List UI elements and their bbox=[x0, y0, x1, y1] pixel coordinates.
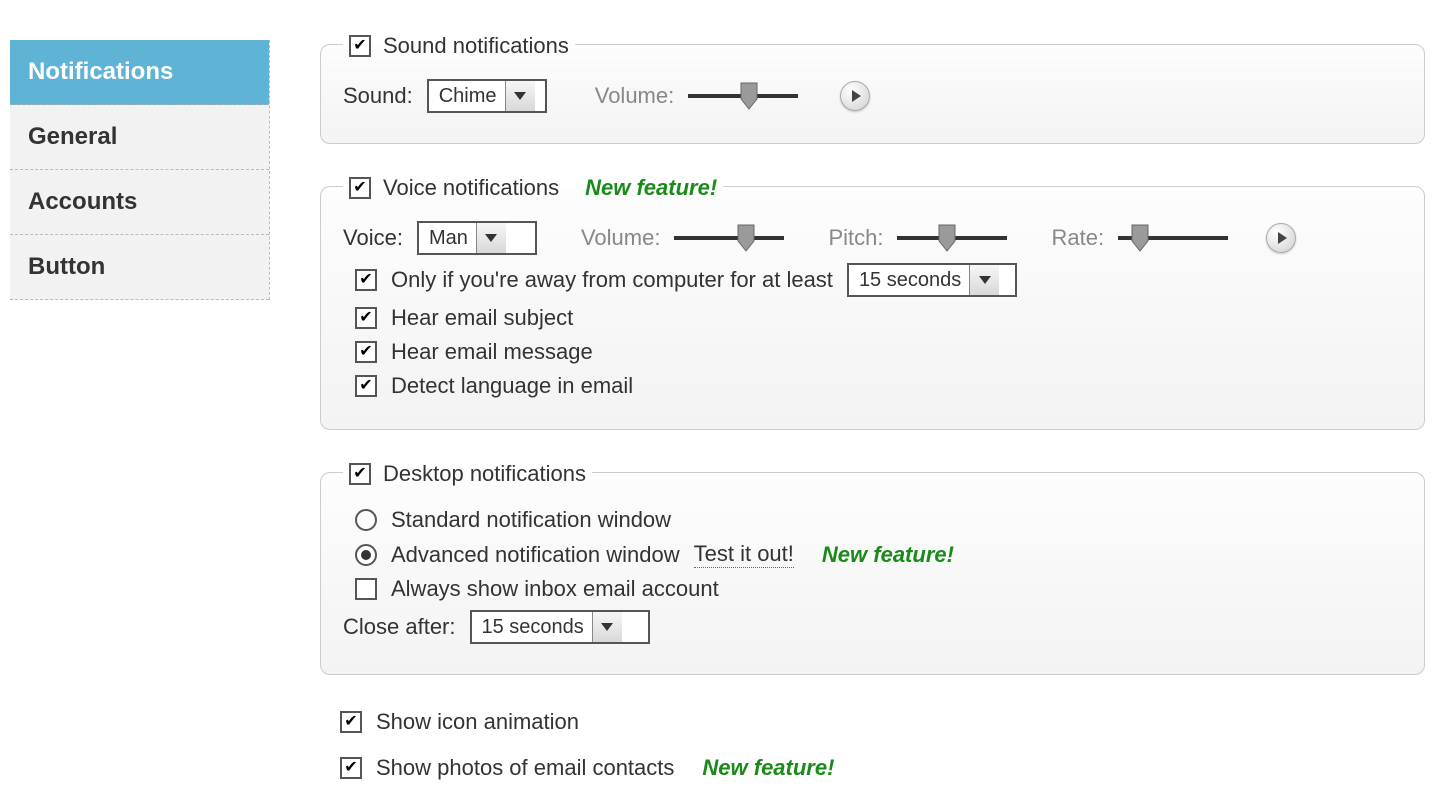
slider-sound-volume[interactable] bbox=[688, 81, 798, 111]
slider-thumb[interactable] bbox=[735, 223, 757, 253]
sidebar-item-button[interactable]: Button bbox=[10, 235, 269, 300]
select-away-value: 15 seconds bbox=[859, 269, 969, 292]
label-voice: Voice: bbox=[343, 225, 403, 251]
slider-thumb[interactable] bbox=[936, 223, 958, 253]
checkbox-sound-notifications[interactable]: ✔ bbox=[349, 35, 371, 57]
row-radio-standard: Standard notification window bbox=[355, 507, 1402, 533]
label-standard-window: Standard notification window bbox=[391, 507, 671, 533]
row-icon-animation: ✔ Show icon animation bbox=[340, 703, 1425, 741]
slider-voice-pitch[interactable] bbox=[897, 223, 1007, 253]
label-away: Only if you're away from computer for at… bbox=[391, 267, 833, 293]
label-hear-subject: Hear email subject bbox=[391, 305, 573, 331]
checkbox-voice-notifications[interactable]: ✔ bbox=[349, 177, 371, 199]
checkbox-hear-message[interactable]: ✔ Hear email message bbox=[355, 339, 593, 365]
play-sound-button[interactable] bbox=[840, 81, 870, 111]
checkbox-hear-subject[interactable]: ✔ Hear email subject bbox=[355, 305, 573, 331]
label-voice-pitch: Pitch: bbox=[828, 225, 883, 251]
slider-thumb[interactable] bbox=[738, 81, 760, 111]
sidebar: Notifications General Accounts Button bbox=[10, 40, 270, 300]
badge-new-feature: New feature! bbox=[702, 755, 834, 781]
label-sound: Sound: bbox=[343, 83, 413, 109]
settings-layout: Notifications General Accounts Button ✔ … bbox=[0, 0, 1455, 797]
label-show-photos: Show photos of email contacts bbox=[376, 755, 674, 781]
label-advanced-window: Advanced notification window bbox=[391, 542, 680, 568]
sidebar-item-label: Button bbox=[28, 253, 105, 280]
group-desktop-notifications: ✔ Desktop notifications Standard notific… bbox=[320, 458, 1425, 675]
label-always-show-inbox: Always show inbox email account bbox=[391, 576, 719, 602]
row-away-option: ✔ Only if you're away from computer for … bbox=[355, 263, 1402, 297]
group-legend-sound: ✔ Sound notifications bbox=[343, 30, 575, 59]
row-hear-subject: ✔ Hear email subject bbox=[355, 305, 1402, 331]
play-voice-button[interactable] bbox=[1266, 223, 1296, 253]
badge-new-feature: New feature! bbox=[822, 542, 954, 568]
label-voice-volume: Volume: bbox=[581, 225, 661, 251]
group-title: Sound notifications bbox=[383, 33, 569, 59]
dropdown-caret-icon bbox=[476, 223, 506, 253]
sidebar-item-accounts[interactable]: Accounts bbox=[10, 170, 269, 235]
play-icon bbox=[852, 90, 861, 102]
row-sound-select: Sound: Chime Volume: bbox=[343, 79, 1402, 113]
group-title: Desktop notifications bbox=[383, 461, 586, 487]
checkbox-show-photos[interactable]: ✔ Show photos of email contacts bbox=[340, 755, 674, 781]
checkbox-away[interactable]: ✔ Only if you're away from computer for … bbox=[355, 267, 833, 293]
sidebar-item-label: General bbox=[28, 123, 117, 150]
group-legend-desktop: ✔ Desktop notifications bbox=[343, 458, 592, 487]
row-voice-controls: Voice: Man Volume: Pitch: bbox=[343, 221, 1402, 255]
sidebar-item-label: Accounts bbox=[28, 188, 137, 215]
slider-voice-volume[interactable] bbox=[674, 223, 784, 253]
row-hear-message: ✔ Hear email message bbox=[355, 339, 1402, 365]
checkbox-always-show-inbox[interactable]: Always show inbox email account bbox=[355, 576, 719, 602]
row-close-after: Close after: 15 seconds bbox=[343, 610, 1402, 644]
label-hear-message: Hear email message bbox=[391, 339, 593, 365]
select-sound[interactable]: Chime bbox=[427, 79, 547, 113]
misc-options: ✔ Show icon animation ✔ Show photos of e… bbox=[340, 703, 1425, 787]
badge-new-feature: New feature! bbox=[585, 175, 717, 201]
row-radio-advanced: Advanced notification window Test it out… bbox=[355, 541, 1402, 568]
radio-advanced-window[interactable]: Advanced notification window bbox=[355, 542, 680, 568]
label-icon-animation: Show icon animation bbox=[376, 709, 579, 735]
radio-standard-window[interactable]: Standard notification window bbox=[355, 507, 671, 533]
row-detect-language: ✔ Detect language in email bbox=[355, 373, 1402, 399]
sidebar-item-label: Notifications bbox=[28, 58, 173, 85]
slider-thumb[interactable] bbox=[1129, 223, 1151, 253]
label-voice-rate: Rate: bbox=[1051, 225, 1104, 251]
row-always-show-inbox: Always show inbox email account bbox=[355, 576, 1402, 602]
checkbox-desktop-notifications[interactable]: ✔ bbox=[349, 463, 371, 485]
label-detect-language: Detect language in email bbox=[391, 373, 633, 399]
group-title: Voice notifications bbox=[383, 175, 559, 201]
group-legend-voice: ✔ Voice notifications New feature! bbox=[343, 172, 723, 201]
select-away-duration[interactable]: 15 seconds bbox=[847, 263, 1017, 297]
slider-track bbox=[674, 236, 784, 240]
dropdown-caret-icon bbox=[969, 265, 999, 295]
select-close-after-value: 15 seconds bbox=[482, 616, 592, 639]
link-test-it-out[interactable]: Test it out! bbox=[694, 541, 794, 568]
row-show-photos: ✔ Show photos of email contacts New feat… bbox=[340, 749, 1425, 787]
dropdown-caret-icon bbox=[592, 612, 622, 642]
sidebar-item-notifications[interactable]: Notifications bbox=[10, 40, 269, 105]
checkbox-detect-language[interactable]: ✔ Detect language in email bbox=[355, 373, 633, 399]
group-sound-notifications: ✔ Sound notifications Sound: Chime Volum… bbox=[320, 30, 1425, 144]
dropdown-caret-icon bbox=[505, 81, 535, 111]
label-close-after: Close after: bbox=[343, 614, 456, 640]
checkbox-icon-animation[interactable]: ✔ Show icon animation bbox=[340, 709, 579, 735]
label-sound-volume: Volume: bbox=[595, 83, 675, 109]
slider-voice-rate[interactable] bbox=[1118, 223, 1228, 253]
group-voice-notifications: ✔ Voice notifications New feature! Voice… bbox=[320, 172, 1425, 430]
select-voice[interactable]: Man bbox=[417, 221, 537, 255]
settings-main: ✔ Sound notifications Sound: Chime Volum… bbox=[270, 30, 1455, 797]
sidebar-item-general[interactable]: General bbox=[10, 105, 269, 170]
select-sound-value: Chime bbox=[439, 85, 505, 108]
select-voice-value: Man bbox=[429, 227, 476, 250]
play-icon bbox=[1278, 232, 1287, 244]
select-close-after[interactable]: 15 seconds bbox=[470, 610, 650, 644]
